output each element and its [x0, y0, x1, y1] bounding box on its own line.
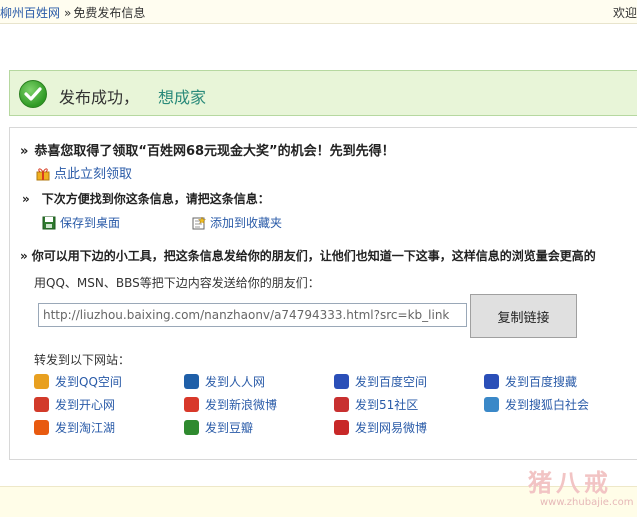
douban-icon: [184, 420, 199, 435]
kaixin-icon: [34, 397, 49, 412]
favorites-icon: [192, 216, 206, 230]
section-arrow-icon: »: [20, 249, 28, 263]
success-message: 发布成功，: [59, 88, 140, 107]
share-baidu-cang-link[interactable]: 发到百度搜藏: [484, 373, 577, 390]
baidu-space-icon: [334, 374, 349, 389]
check-icon: [19, 80, 47, 108]
share-taojianghu-link[interactable]: 发到淘江湖: [34, 419, 115, 436]
copy-link-button[interactable]: 复制链接: [470, 294, 577, 338]
share-qzone-link[interactable]: 发到QQ空间: [34, 373, 122, 390]
share-kaixin-link[interactable]: 发到开心网: [34, 396, 115, 413]
prize-title: » 恭喜您取得了领取“百姓网68元现金大奖”的机会！先到先得！: [20, 144, 395, 159]
share-baidu-space-link[interactable]: 发到百度空间: [334, 373, 427, 390]
floppy-disk-icon: [42, 216, 56, 230]
add-to-favorites-link[interactable]: 添加到收藏夹: [192, 214, 282, 231]
share-netease-link[interactable]: 发到网易微博: [334, 419, 427, 436]
breadcrumb-home-link[interactable]: 柳州百姓网: [0, 6, 60, 20]
baidu-cang-icon: [484, 374, 499, 389]
share-tools-title: » 你可以用下边的小工具，把这条信息发给你的朋友们，让他们也知道一下这事，这样信息…: [20, 249, 596, 263]
breadcrumb-current: 免费发布信息: [73, 6, 146, 20]
claim-prize-link[interactable]: 点此立刻领取: [36, 163, 132, 182]
renren-icon: [184, 374, 199, 389]
share-renren-link[interactable]: 发到人人网: [184, 373, 265, 390]
sina-weibo-icon: [184, 397, 199, 412]
success-banner: 发布成功， 想成家: [9, 70, 637, 116]
forward-title: 转发到以下网站：: [34, 353, 131, 367]
share-instruction: 用QQ、MSN、BBS等把下边内容发送给你的朋友们：: [34, 276, 320, 290]
breadcrumb-separator: »: [64, 6, 72, 20]
watermark-logo: 猪八戒 www.zhubajie.com: [528, 468, 634, 508]
save-to-desktop-link[interactable]: 保存到桌面: [42, 214, 120, 231]
welcome-text: 欢迎: [612, 6, 637, 20]
51-icon: [334, 397, 349, 412]
save-title: » 下次方便找到你这条信息，请把这条信息：: [22, 192, 270, 206]
post-title-link[interactable]: 想成家: [158, 84, 206, 108]
share-douban-link[interactable]: 发到豆瓣: [184, 419, 253, 436]
netease-icon: [334, 420, 349, 435]
taojianghu-icon: [34, 420, 49, 435]
top-bar: 柳州百姓网 » 免费发布信息 欢迎: [0, 0, 637, 24]
share-sina-weibo-link[interactable]: 发到新浪微博: [184, 396, 277, 413]
share-url-input[interactable]: [38, 303, 467, 327]
sohu-icon: [484, 397, 499, 412]
post-actions-panel: » 恭喜您取得了领取“百姓网68元现金大奖”的机会！先到先得！ 点此立刻领取 » 下…: [9, 127, 637, 460]
qzone-icon: [34, 374, 49, 389]
section-arrow-icon: »: [20, 144, 29, 159]
gift-icon: [36, 168, 50, 181]
section-arrow-icon: »: [22, 192, 30, 206]
share-sohu-link[interactable]: 发到搜狐白社会: [484, 396, 589, 413]
breadcrumb: 柳州百姓网 » 免费发布信息: [0, 4, 145, 21]
share-51-link[interactable]: 发到51社区: [334, 396, 418, 413]
